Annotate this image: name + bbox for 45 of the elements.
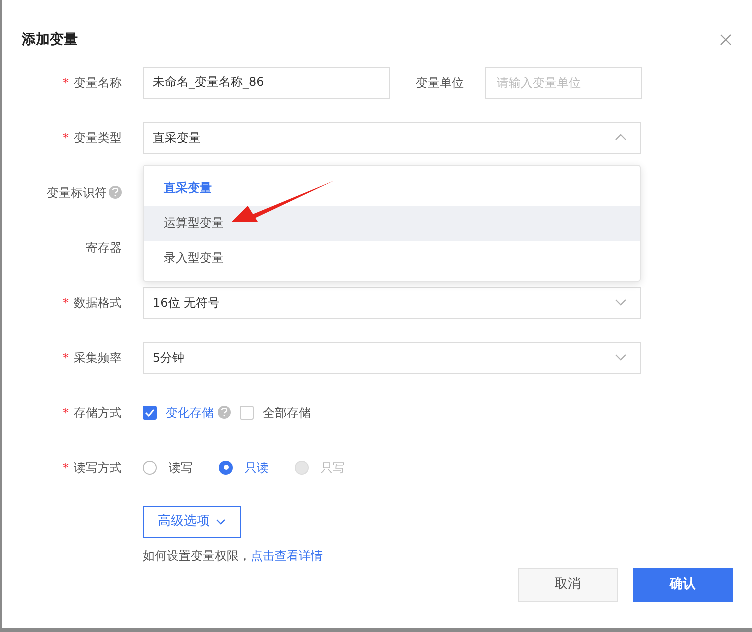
field-label: 采集频率: [74, 350, 122, 366]
required-mark: *: [63, 460, 69, 476]
field-label: 寄存器: [86, 240, 122, 256]
chevron-down-icon: [615, 354, 627, 361]
field-label: 变量类型: [74, 130, 122, 146]
checkbox-label: 变化存储: [166, 404, 214, 422]
radio-label: 只写: [321, 460, 345, 476]
radio-button[interactable]: [219, 460, 233, 474]
required-mark: *: [63, 404, 69, 422]
radio-button[interactable]: [143, 460, 157, 474]
field-label: 变量标识符: [47, 184, 107, 202]
select-field[interactable]: 5分钟: [143, 342, 641, 374]
required-mark: *: [63, 350, 69, 366]
checkbox[interactable]: [240, 406, 254, 420]
required-mark: *: [63, 130, 69, 146]
field-label: 变量单位: [416, 74, 465, 92]
details-link[interactable]: 点击查看详情: [251, 547, 323, 565]
dropdown-option[interactable]: 录入型变量: [144, 240, 640, 276]
select-field[interactable]: 16位 无符号: [143, 286, 641, 318]
select-field[interactable]: 直采变量: [143, 122, 641, 154]
field-label: 变量名称: [74, 74, 122, 92]
chevron-down-icon: [216, 519, 226, 525]
help-icon[interactable]: [109, 186, 122, 199]
name-field[interactable]: 未命名_变量名称_86: [143, 66, 390, 98]
help-icon[interactable]: [218, 406, 231, 419]
close-icon[interactable]: [720, 34, 732, 46]
unit-field[interactable]: 请输入变量单位: [485, 66, 642, 98]
chevron-up-icon: [615, 134, 627, 141]
required-mark: *: [63, 74, 69, 92]
radio-label: 只读: [245, 460, 269, 476]
dropdown-option[interactable]: 运算型变量: [144, 206, 640, 240]
help-text: 如何设置变量权限，: [143, 548, 251, 565]
required-mark: *: [63, 294, 69, 312]
field-label: 存储方式: [74, 404, 122, 422]
dropdown-option[interactable]: 直采变量: [144, 170, 640, 206]
chevron-down-icon: [615, 299, 627, 306]
radio-label: 读写: [169, 460, 193, 476]
cancel-button[interactable]: 取消: [518, 568, 618, 602]
field-label: 读写方式: [74, 460, 122, 476]
confirm-button[interactable]: 确认: [633, 568, 733, 602]
checkbox-label: 全部存储: [263, 404, 311, 422]
dialog-title: 添加变量: [22, 30, 78, 50]
field-label: 数据格式: [74, 294, 122, 312]
checkbox[interactable]: [143, 406, 157, 420]
advanced-options-button[interactable]: 高级选项: [143, 506, 241, 538]
